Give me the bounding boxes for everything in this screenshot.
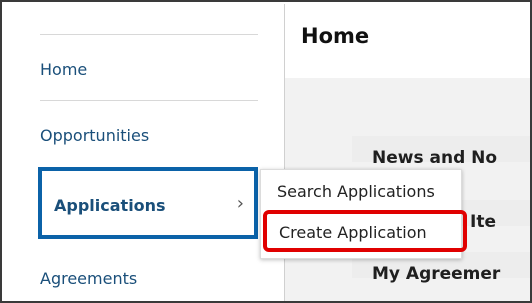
chevron-right-icon: › [236, 193, 244, 214]
applications-submenu: Search Applications Create Application [260, 169, 467, 259]
news-heading: News and No [372, 148, 498, 168]
create-application-menu-item[interactable]: Create Application [279, 223, 427, 242]
app-window: Home Opportunities Applications › Agreem… [0, 0, 532, 303]
page-title: Home [301, 24, 370, 48]
sidebar-item-applications[interactable]: Applications › [38, 167, 258, 239]
sidebar-item-home[interactable]: Home [40, 60, 258, 79]
sidebar-item-opportunities[interactable]: Opportunities [40, 126, 258, 145]
sidebar-item-agreements[interactable]: Agreements [40, 269, 258, 288]
sidebar-divider [40, 34, 258, 35]
search-applications-menu-item[interactable]: Search Applications [277, 182, 435, 201]
create-application-highlight[interactable]: Create Application [263, 210, 467, 252]
sidebar-nav: Home Opportunities Applications › Agreem… [4, 4, 284, 301]
sidebar-divider [40, 100, 258, 101]
main-header: Home [285, 4, 530, 78]
sidebar-item-label: Applications [54, 196, 166, 215]
items-heading: Ite [470, 212, 496, 232]
my-agreements-heading: My Agreemer [372, 264, 501, 284]
